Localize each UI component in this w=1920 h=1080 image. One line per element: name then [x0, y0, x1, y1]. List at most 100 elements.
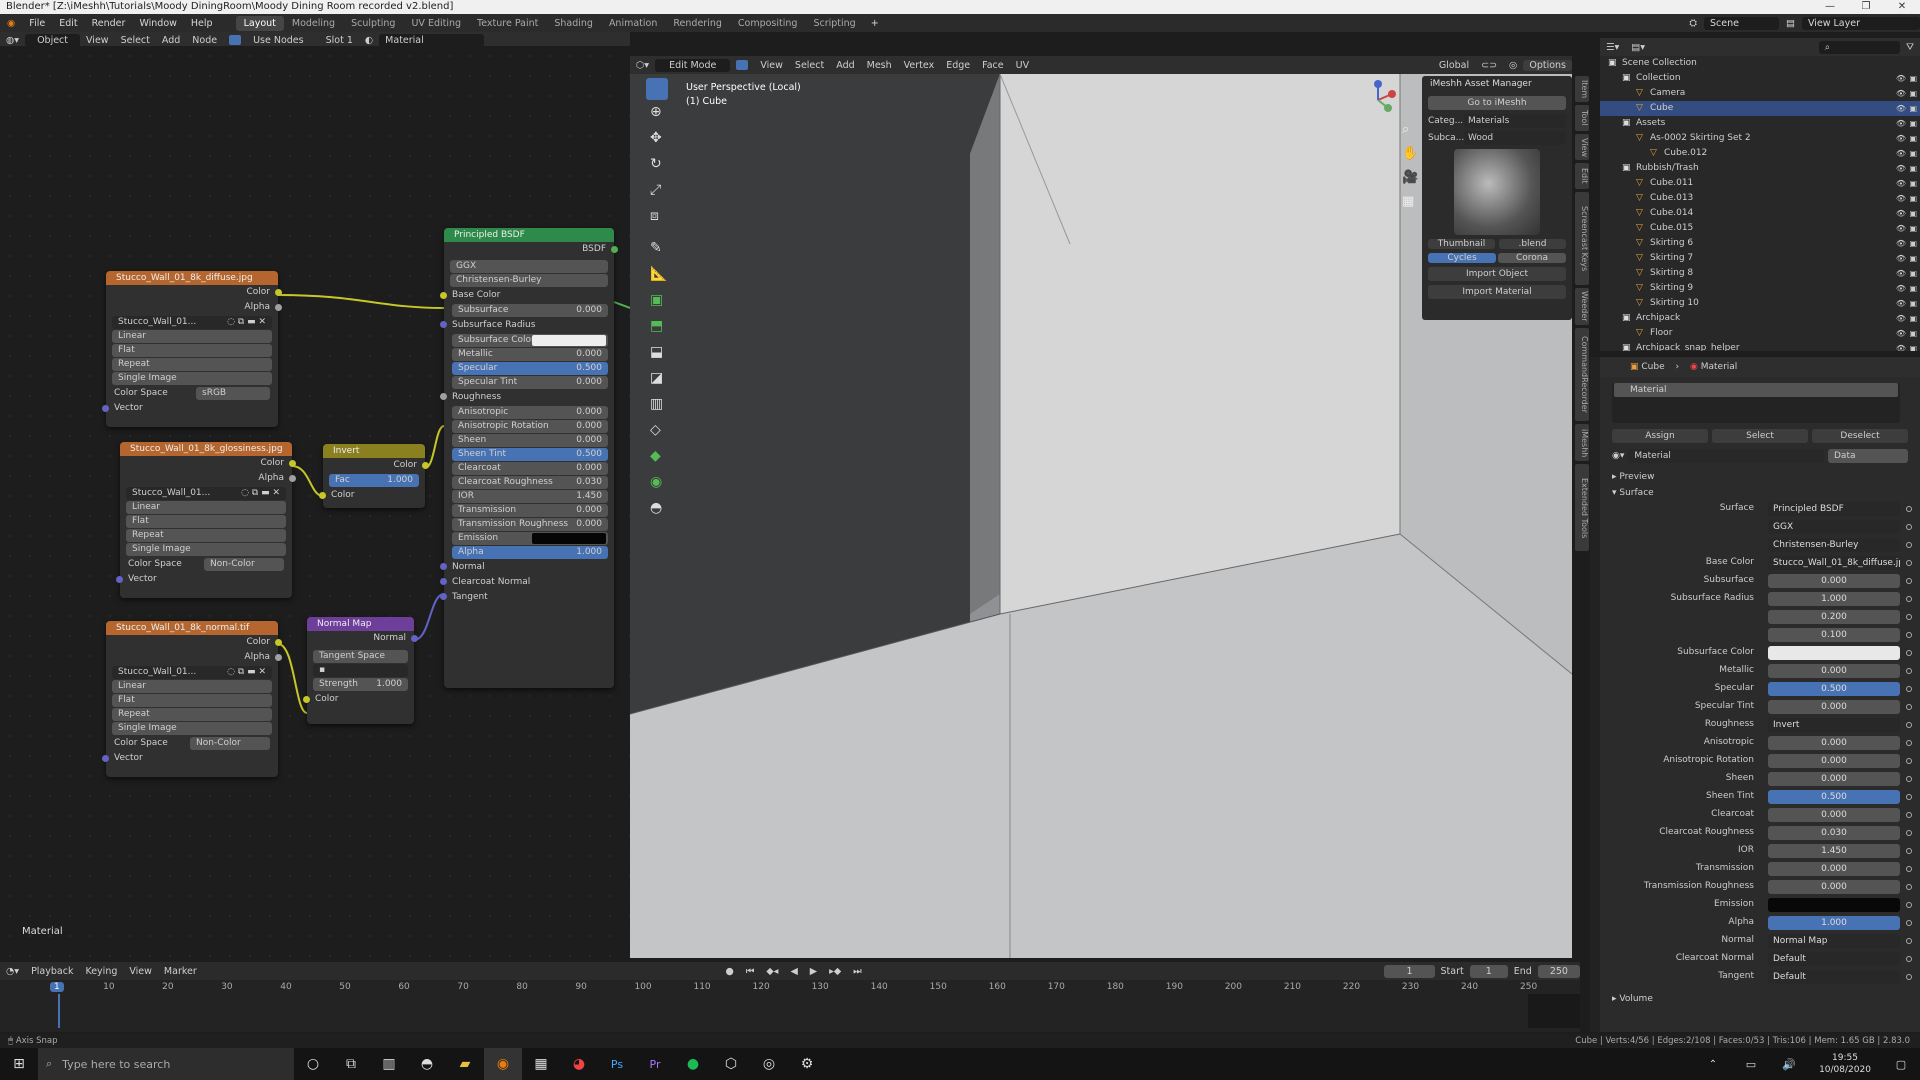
property-value[interactable] [1768, 646, 1900, 660]
interpolation-dropdown[interactable]: Linear [112, 680, 272, 693]
outliner-item[interactable]: ▽ Cube.012 👁 ▣ [1600, 146, 1920, 161]
outliner-display-icon[interactable]: ▤▾ [1625, 42, 1651, 53]
socket-normal-out[interactable] [411, 635, 418, 642]
keyframe-dot-icon[interactable] [1906, 722, 1912, 728]
render-camera-icon[interactable]: ▣ [1909, 86, 1917, 101]
keyframe-dot-icon[interactable] [1906, 920, 1912, 926]
transform-orientation-dropdown[interactable]: Global [1433, 60, 1475, 71]
taskbar-app-4-icon[interactable]: ◎ [750, 1048, 788, 1080]
ortho-toggle-icon[interactable]: ▦ [1402, 190, 1418, 214]
rotate-tool-icon[interactable]: ↻ [646, 156, 668, 178]
sidebar-tab-commandrecorder[interactable]: CommandRecorder [1575, 328, 1589, 422]
fac-slider[interactable]: Fac 1.000 [329, 474, 419, 487]
property-value[interactable]: 0.000 [1768, 808, 1900, 822]
socket-alpha-out[interactable] [275, 654, 282, 661]
annotate-tool-icon[interactable]: ✎ [646, 240, 668, 262]
visibility-eye-icon[interactable]: 👁 [1896, 101, 1906, 116]
timeline-menu-marker[interactable]: Marker [158, 966, 203, 977]
bsdf-input-specular[interactable]: Specular 0.500 [452, 362, 608, 375]
property-value[interactable]: Principled BSDF [1768, 502, 1900, 516]
image-texture-node-normal[interactable]: Stucco_Wall_01_8k_normal.tif Color Alpha… [102, 621, 282, 777]
keyframe-dot-icon[interactable] [1906, 542, 1912, 548]
menu-file[interactable]: File [22, 18, 52, 29]
socket-color-out[interactable] [275, 639, 282, 646]
property-value[interactable]: 0.000 [1768, 574, 1900, 588]
color-space-dropdown[interactable]: sRGB [196, 387, 270, 400]
property-value[interactable]: 0.000 [1768, 880, 1900, 894]
blend-button[interactable]: .blend [1499, 239, 1566, 249]
outliner-filter-icon[interactable]: ⛛ [1900, 42, 1920, 53]
socket-in[interactable] [440, 321, 447, 328]
property-value[interactable]: 0.000 [1768, 736, 1900, 750]
image-selector[interactable]: Stucco_Wall_01... ◌ ⧉ ▬ ✕ [126, 487, 286, 500]
camera-view-icon[interactable]: 🎥 [1402, 166, 1418, 190]
projection-dropdown[interactable]: Flat [112, 344, 272, 357]
render-camera-icon[interactable]: ▣ [1909, 311, 1917, 326]
visibility-eye-icon[interactable]: 👁 [1896, 161, 1906, 176]
bsdf-input-subsurface-radius[interactable]: Subsurface Radius [440, 318, 614, 333]
outliner-item[interactable]: ▽ Skirting 7 👁 ▣ [1600, 251, 1920, 266]
property-value[interactable]: 0.000 [1768, 772, 1900, 786]
outliner-item[interactable]: ▣ Archipack_snap_helper 👁 ▣ [1600, 341, 1920, 351]
slot-dropdown[interactable]: Slot 1 [320, 35, 359, 46]
inset-tool-icon[interactable]: ⬓ [646, 344, 668, 366]
taskbar-app-1-icon[interactable]: ▥ [370, 1048, 408, 1080]
tray-network-icon[interactable]: ▭ [1732, 1048, 1770, 1080]
material-name-input[interactable]: Material [1628, 449, 1824, 463]
visibility-eye-icon[interactable]: 👁 [1896, 221, 1906, 236]
menu-help[interactable]: Help [184, 18, 220, 29]
socket-in[interactable] [440, 393, 447, 400]
property-value[interactable]: 0.500 [1768, 682, 1900, 696]
property-value[interactable] [1768, 898, 1900, 912]
property-value[interactable]: Default [1768, 970, 1900, 984]
property-value[interactable]: GGX [1768, 520, 1900, 534]
bsdf-input-alpha[interactable]: Alpha 1.000 [452, 546, 608, 559]
keyframe-dot-icon[interactable] [1906, 596, 1912, 602]
socket-color-out[interactable] [289, 460, 296, 467]
space-dropdown[interactable]: Tangent Space [313, 650, 408, 663]
workspace-tab-rendering[interactable]: Rendering [665, 16, 730, 31]
minimize-button[interactable]: — [1812, 0, 1848, 14]
visibility-eye-icon[interactable]: 👁 [1896, 86, 1906, 101]
import-object-button[interactable]: Import Object [1428, 267, 1566, 281]
visibility-eye-icon[interactable]: 👁 [1896, 341, 1906, 351]
file-explorer-icon[interactable]: ▰ [446, 1048, 484, 1080]
close-button[interactable]: ✕ [1884, 0, 1920, 14]
workspace-tab-shading[interactable]: Shading [546, 16, 601, 31]
socket-color-out[interactable] [422, 462, 429, 469]
taskbar-app-3-icon[interactable]: ⬡ [712, 1048, 750, 1080]
select-box-tool-icon[interactable] [646, 78, 668, 100]
property-value[interactable]: 1.450 [1768, 844, 1900, 858]
timeline-menu-view[interactable]: View [123, 966, 158, 977]
property-value[interactable]: Normal Map [1768, 934, 1900, 948]
outliner-item[interactable]: ▽ As-0002 Skirting Set 2 👁 ▣ [1600, 131, 1920, 146]
measure-tool-icon[interactable]: 📐 [646, 266, 668, 288]
visibility-eye-icon[interactable]: 👁 [1896, 206, 1906, 221]
bsdf-input-normal[interactable]: Normal [440, 560, 614, 575]
outliner-item[interactable]: ▽ Skirting 8 👁 ▣ [1600, 266, 1920, 281]
maximize-button[interactable]: ❐ [1848, 0, 1884, 14]
prev-key-icon[interactable]: ◆◂ [760, 966, 784, 977]
material-slot-list[interactable]: Material [1612, 383, 1900, 423]
blender-logo-icon[interactable]: ◉ [0, 18, 22, 29]
color-space-dropdown[interactable]: Non-Color [204, 558, 284, 571]
keyframe-dot-icon[interactable] [1906, 560, 1912, 566]
socket-in[interactable] [440, 578, 447, 585]
image-texture-node-diffuse[interactable]: Stucco_Wall_01_8k_diffuse.jpg Color Alph… [102, 271, 282, 427]
workspace-tab-uv-editing[interactable]: UV Editing [403, 16, 469, 31]
knife-tool-icon[interactable]: ◇ [646, 422, 668, 444]
normal-map-node[interactable]: Normal Map Normal Tangent Space ▪ Streng… [303, 617, 418, 724]
sidebar-tab-imeshh[interactable]: iMeshh [1575, 424, 1589, 462]
visibility-eye-icon[interactable]: 👁 [1896, 71, 1906, 86]
principled-bsdf-node[interactable]: Principled BSDF BSDF GGX Christensen-Bur… [440, 228, 618, 688]
projection-dropdown[interactable]: Flat [126, 515, 286, 528]
chrome-icon[interactable]: ◕ [560, 1048, 598, 1080]
render-camera-icon[interactable]: ▣ [1909, 131, 1917, 146]
keyframe-dot-icon[interactable] [1906, 776, 1912, 782]
bsdf-input-anisotropic[interactable]: Anisotropic 0.000 [452, 406, 608, 419]
sidebar-tab-view[interactable]: View [1575, 134, 1589, 160]
render-camera-icon[interactable]: ▣ [1909, 161, 1917, 176]
keyframe-dot-icon[interactable] [1906, 578, 1912, 584]
sidebar-tab-screencast-keys[interactable]: Screencast Keys [1575, 192, 1589, 285]
visibility-eye-icon[interactable]: 👁 [1896, 311, 1906, 326]
